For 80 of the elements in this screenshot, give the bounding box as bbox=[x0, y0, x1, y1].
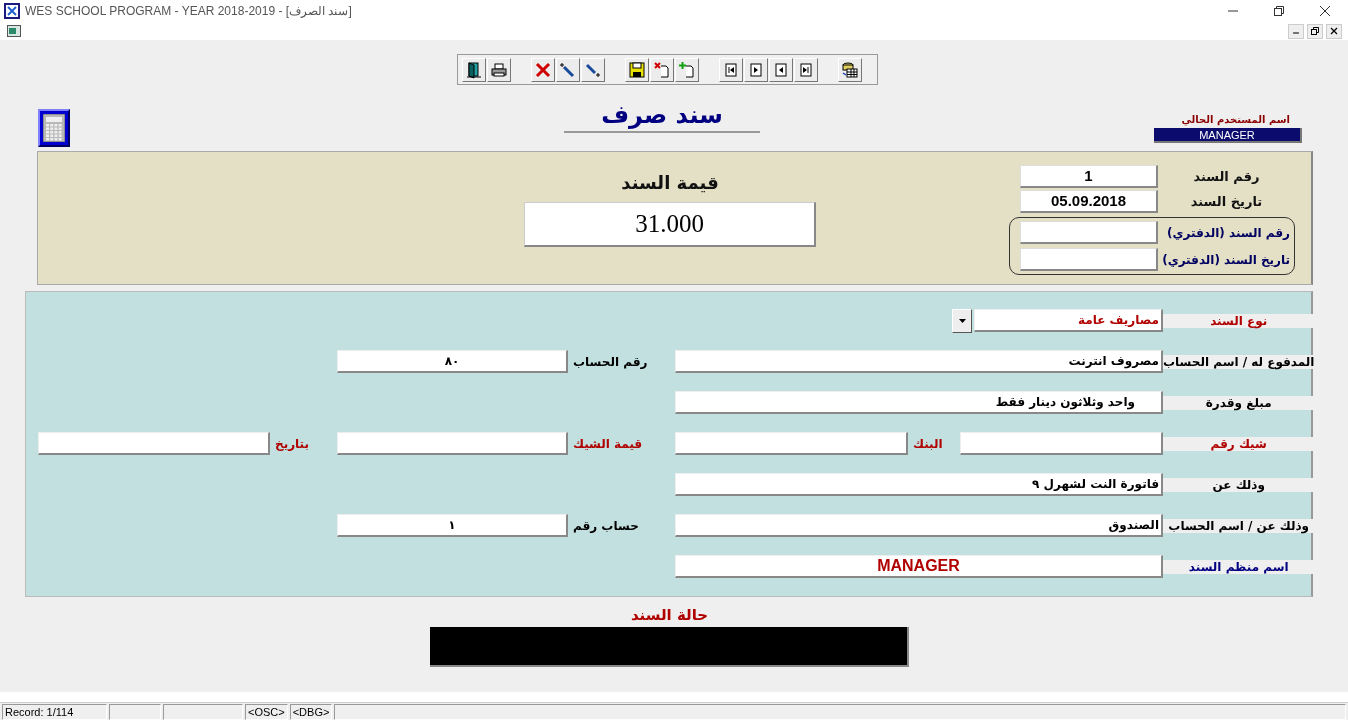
input-field[interactable]: مصروف انترنت bbox=[675, 350, 1163, 373]
document-icon bbox=[7, 25, 21, 37]
field-label: مبلغ وقدرة bbox=[1163, 395, 1315, 410]
caret-icon bbox=[958, 318, 966, 323]
input-field[interactable]: 1 bbox=[1020, 165, 1158, 188]
field-label: شيك رقم bbox=[1163, 436, 1315, 451]
close-icon bbox=[1330, 27, 1338, 35]
field-label: حساب رقم bbox=[572, 518, 640, 533]
input-field[interactable]: 05.09.2018 bbox=[1020, 190, 1158, 213]
door-icon bbox=[465, 60, 483, 79]
app-icon bbox=[4, 3, 20, 19]
field-label: تاريخ السند (الدفتري) bbox=[1161, 252, 1291, 267]
first-record-button[interactable] bbox=[719, 57, 743, 82]
input-field[interactable] bbox=[675, 432, 908, 455]
restore-icon bbox=[1274, 6, 1284, 16]
back-icon bbox=[772, 60, 790, 79]
input-field[interactable] bbox=[960, 432, 1163, 455]
minimize-button[interactable] bbox=[1288, 23, 1304, 39]
input-field[interactable] bbox=[1020, 221, 1158, 244]
input-field[interactable]: ١ bbox=[337, 514, 568, 537]
field-label: اسم منظم السند bbox=[1163, 559, 1315, 574]
current-user-field: MANAGER bbox=[1154, 128, 1302, 143]
calculator-button[interactable] bbox=[38, 109, 70, 147]
input-field[interactable]: واحد وثلاثون دينار فقط bbox=[675, 391, 1163, 414]
field-label: رقم السند bbox=[1192, 169, 1261, 184]
status-label: حالة السند bbox=[630, 605, 709, 626]
page-cross-icon bbox=[653, 60, 671, 79]
restore-icon bbox=[1311, 27, 1319, 35]
next-record-button[interactable] bbox=[744, 57, 768, 82]
cancel-button[interactable] bbox=[650, 57, 674, 82]
field-label: البنك bbox=[912, 436, 944, 451]
input-field[interactable]: MANAGER bbox=[675, 555, 1163, 578]
delete-button[interactable] bbox=[531, 57, 555, 82]
field-label: بتاريخ bbox=[274, 436, 310, 451]
delete-icon bbox=[534, 60, 552, 79]
status-panel bbox=[109, 704, 161, 720]
field-label: وذلك عن / اسم الحساب bbox=[1163, 518, 1315, 533]
add-button[interactable] bbox=[675, 57, 699, 82]
first-icon bbox=[722, 60, 740, 79]
database-button[interactable] bbox=[838, 57, 862, 82]
restore-button[interactable] bbox=[1307, 23, 1323, 39]
exit-button[interactable] bbox=[462, 57, 486, 82]
amount-field: 31.000 bbox=[524, 202, 816, 247]
magic-wand-icon bbox=[559, 60, 577, 79]
print-button[interactable] bbox=[487, 57, 511, 82]
last-icon bbox=[797, 60, 815, 79]
dropdown-field[interactable]: مصاريف عامة bbox=[974, 308, 1163, 332]
input-field[interactable]: ٨٠ bbox=[337, 350, 568, 373]
status-flag: <DBG> bbox=[289, 704, 333, 720]
calculator-icon bbox=[43, 114, 65, 142]
form-title: سند صرف bbox=[564, 101, 760, 133]
field-label: قيمة الشيك bbox=[572, 436, 644, 451]
dropdown-button[interactable] bbox=[952, 308, 972, 333]
input-field[interactable]: فاتورة النت لشهرل ٩ bbox=[675, 473, 1163, 496]
find-button[interactable] bbox=[556, 57, 580, 82]
play-icon bbox=[747, 60, 765, 79]
record-counter: Record: 1/114 bbox=[2, 704, 107, 720]
field-label: وذلك عن bbox=[1163, 477, 1315, 492]
page-plus-icon bbox=[678, 60, 696, 79]
close-icon bbox=[1320, 6, 1330, 16]
save-button[interactable] bbox=[625, 57, 649, 82]
amount-label: قيمة السند bbox=[621, 172, 719, 195]
status-flag: <OSC> bbox=[245, 704, 288, 720]
find-next-button[interactable] bbox=[581, 57, 605, 82]
database-table-icon bbox=[841, 60, 859, 79]
field-label: تاريخ السند bbox=[1189, 194, 1264, 209]
field-label: رقم السند (الدفتري) bbox=[1166, 225, 1291, 240]
last-record-button[interactable] bbox=[794, 57, 818, 82]
input-field[interactable] bbox=[38, 432, 270, 455]
field-label: نوع السند bbox=[1163, 313, 1315, 328]
input-field[interactable]: الصندوق bbox=[675, 514, 1163, 537]
window-title: WES SCHOOL PROGRAM - YEAR 2018-2019 - [سند الصرف] bbox=[25, 4, 352, 18]
input-field[interactable] bbox=[1020, 248, 1158, 271]
field-label: رقم الحساب bbox=[572, 354, 649, 369]
input-field[interactable] bbox=[337, 432, 568, 455]
current-user-label: اسم المستخدم الحالي bbox=[1181, 114, 1290, 125]
printer-icon bbox=[490, 60, 508, 79]
previous-record-button[interactable] bbox=[769, 57, 793, 82]
close-button[interactable] bbox=[1326, 23, 1342, 39]
field-label: المدفوع له / اسم الحساب bbox=[1163, 354, 1315, 369]
